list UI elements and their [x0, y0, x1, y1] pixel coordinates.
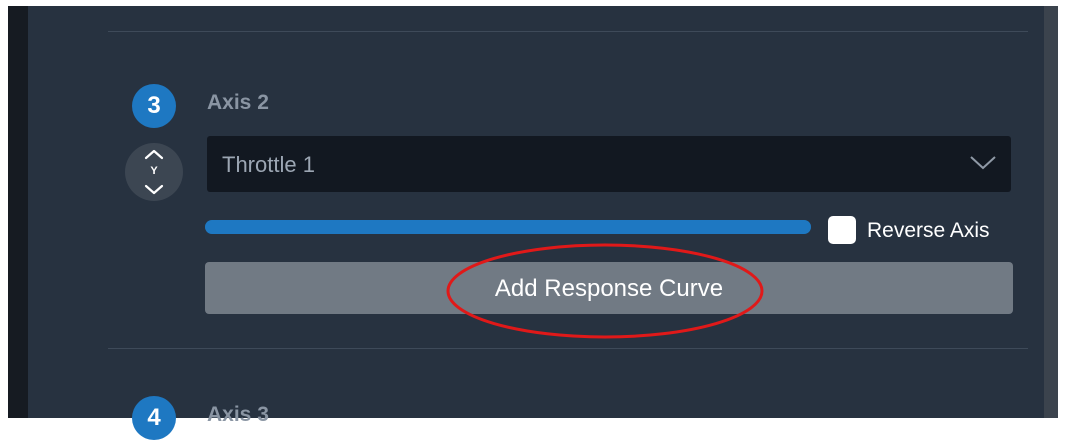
- reverse-axis-checkbox[interactable]: [828, 216, 856, 244]
- step-number-badge: 4: [132, 396, 176, 440]
- section-divider: [108, 31, 1028, 32]
- axis-binding-select[interactable]: Throttle 1: [207, 136, 1011, 192]
- axis-level-bar: [205, 220, 811, 234]
- panel-left-edge: [8, 6, 28, 418]
- select-value: Throttle 1: [222, 152, 315, 177]
- axis-title: Axis 3: [207, 403, 269, 426]
- step-number-badge: 3: [132, 84, 176, 128]
- right-margin: [1058, 6, 1084, 418]
- axis-level-fill: [205, 220, 811, 234]
- screen: 3 Axis 2 Y Throttle 1 Reverse Axis Add R…: [0, 6, 1084, 440]
- axis-letter: Y: [150, 165, 158, 177]
- add-response-curve-label: Add Response Curve: [494, 275, 724, 302]
- chevron-down-icon: [969, 155, 997, 176]
- section-divider: [108, 348, 1028, 349]
- scrollbar-track[interactable]: [1044, 6, 1058, 418]
- reverse-axis-label[interactable]: Reverse Axis: [867, 218, 990, 244]
- up-down-arrows-icon: Y: [125, 143, 183, 201]
- add-response-curve-button[interactable]: Add Response Curve: [205, 262, 1013, 314]
- axis-title: Axis 2: [207, 91, 269, 114]
- left-margin: [0, 6, 8, 418]
- axis-settings-panel: [28, 6, 1044, 418]
